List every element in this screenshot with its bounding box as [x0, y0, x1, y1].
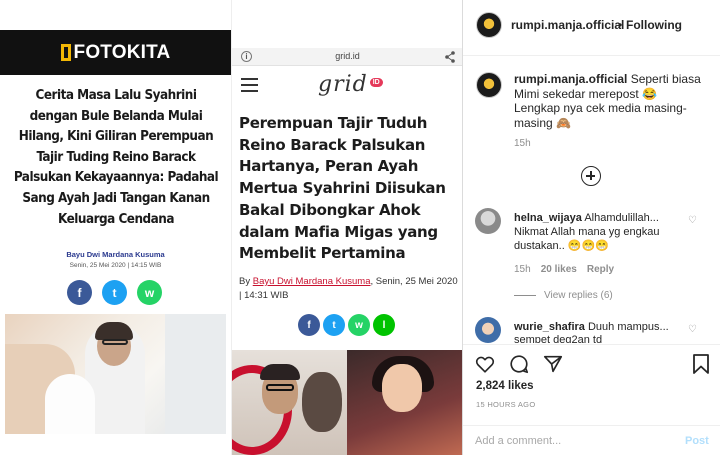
comment-timestamp[interactable]: 15h [514, 264, 531, 275]
line-icon: l [382, 319, 386, 331]
instagram-post-panel: rumpi.manja.official • Following rumpi.m… [462, 0, 720, 455]
line-share-button[interactable]: l [373, 314, 395, 336]
facebook-share-button[interactable]: f [67, 280, 92, 305]
post-likes-count[interactable]: 2,824 likes [476, 380, 534, 392]
browser-share-icon[interactable] [444, 50, 456, 64]
photo-second-man [302, 372, 342, 432]
facebook-share-button[interactable]: f [298, 314, 320, 336]
photo-woman-face [382, 364, 422, 412]
facebook-icon: f [77, 285, 82, 300]
comment-item: wurie_shafira Duuh mampus... sempet deg2… [514, 321, 689, 343]
fotokita-logo[interactable]: FOTOKITA [60, 41, 171, 64]
twitter-icon: t [332, 319, 336, 331]
view-replies-button[interactable]: View replies (6) [514, 290, 613, 301]
twitter-share-button[interactable]: t [323, 314, 345, 336]
fotokita-logo-mark-icon [60, 44, 71, 61]
comment-bubble-icon[interactable] [508, 353, 530, 375]
post-comment-button[interactable]: Post [685, 435, 709, 447]
view-replies-label: View replies (6) [544, 290, 613, 301]
hamburger-menu-icon[interactable] [241, 78, 258, 92]
add-comment-bar: Post [463, 425, 720, 455]
post-timestamp[interactable]: 15 HOURS AGO [476, 400, 535, 409]
grid-article-photo [232, 350, 462, 455]
fotokita-article-panel: FOTOKITA Cerita Masa Lalu Syahrini denga… [0, 0, 231, 455]
comment-reply-button[interactable]: Reply [587, 264, 614, 275]
fotokita-headline: Cerita Masa Lalu Syahrini dengan Bule Be… [13, 88, 219, 227]
fotokita-author[interactable]: Bayu Dwi Mardana Kusuma [0, 250, 231, 259]
whatsapp-share-button[interactable]: w [137, 280, 162, 305]
post-action-buttons [474, 353, 564, 375]
grid-logo[interactable]: grid ID [318, 72, 383, 97]
caption-username[interactable]: rumpi.manja.official [514, 72, 627, 86]
grid-article-panel: i grid.id grid ID Perempuan Tajir Tuduh … [231, 0, 462, 455]
comment-username[interactable]: helna_wijaya [514, 212, 582, 224]
following-button[interactable]: Following [626, 18, 682, 32]
account-username[interactable]: rumpi.manja.official [511, 18, 624, 32]
twitter-icon: t [112, 285, 117, 300]
grid-byline: By Bayu Dwi Mardana Kusuma, Senin, 25 Me… [239, 275, 459, 303]
comment-like-heart-icon[interactable]: ♡ [688, 216, 698, 226]
grid-share-buttons: f t w l [298, 314, 395, 336]
comment-likes[interactable]: 20 likes [541, 264, 577, 275]
photo-man-glasses [102, 339, 128, 345]
comment-like-heart-icon[interactable]: ♡ [688, 325, 698, 335]
add-comment-input[interactable] [475, 435, 655, 447]
whatsapp-icon: w [355, 319, 363, 331]
caption-avatar[interactable] [476, 72, 502, 98]
photo-man-glasses [266, 384, 294, 391]
replies-divider-line [514, 295, 536, 296]
photo-man-hair [95, 322, 133, 340]
fotokita-share-buttons: f t w [67, 280, 162, 305]
browser-url-text[interactable]: grid.id [232, 51, 462, 61]
fotokita-date: Senin, 25 Mei 2020 | 14:15 WIB [69, 262, 162, 269]
fotokita-header[interactable]: FOTOKITA [0, 30, 231, 75]
fotokita-article-photo [5, 314, 226, 434]
fotokita-logo-text: FOTOKITA [73, 41, 171, 63]
grid-author-link[interactable]: Bayu Dwi Mardana Kusuma [253, 276, 371, 287]
grid-logo-badge: ID [369, 78, 383, 87]
comment-avatar[interactable] [475, 208, 501, 234]
whatsapp-icon: w [144, 285, 155, 300]
byline-prefix: By [239, 276, 251, 287]
post-header: rumpi.manja.official • Following [463, 0, 720, 56]
facebook-icon: f [307, 319, 311, 331]
grid-logo-word: grid [318, 72, 368, 97]
twitter-share-button[interactable]: t [102, 280, 127, 305]
like-heart-icon[interactable] [474, 353, 496, 375]
comment-avatar[interactable] [475, 317, 501, 343]
comment-meta: 15h 20 likes Reply [514, 264, 614, 275]
comment-username[interactable]: wurie_shafira [514, 321, 585, 333]
post-actions-section: 2,824 likes 15 HOURS AGO Post [463, 344, 720, 455]
photo-figure-veil [45, 374, 95, 434]
photo-man-hair [260, 364, 300, 380]
header-separator-dot: • [618, 18, 623, 32]
share-paper-plane-icon[interactable] [542, 353, 564, 375]
whatsapp-share-button[interactable]: w [348, 314, 370, 336]
caption-timestamp[interactable]: 15h [514, 138, 531, 149]
comment-item: helna_wijaya Alhamdulillah... Nikmat All… [514, 211, 694, 253]
account-avatar[interactable] [476, 12, 502, 38]
photo-background-right [165, 314, 226, 434]
load-more-comments-icon[interactable] [581, 166, 601, 186]
fotokita-top-gap [0, 0, 231, 30]
save-bookmark-icon[interactable] [691, 353, 711, 375]
post-caption: rumpi.manja.official Seperti biasa Mimi … [514, 72, 704, 130]
grid-headline: Perempuan Tajir Tuduh Reino Barack Palsu… [239, 114, 446, 263]
